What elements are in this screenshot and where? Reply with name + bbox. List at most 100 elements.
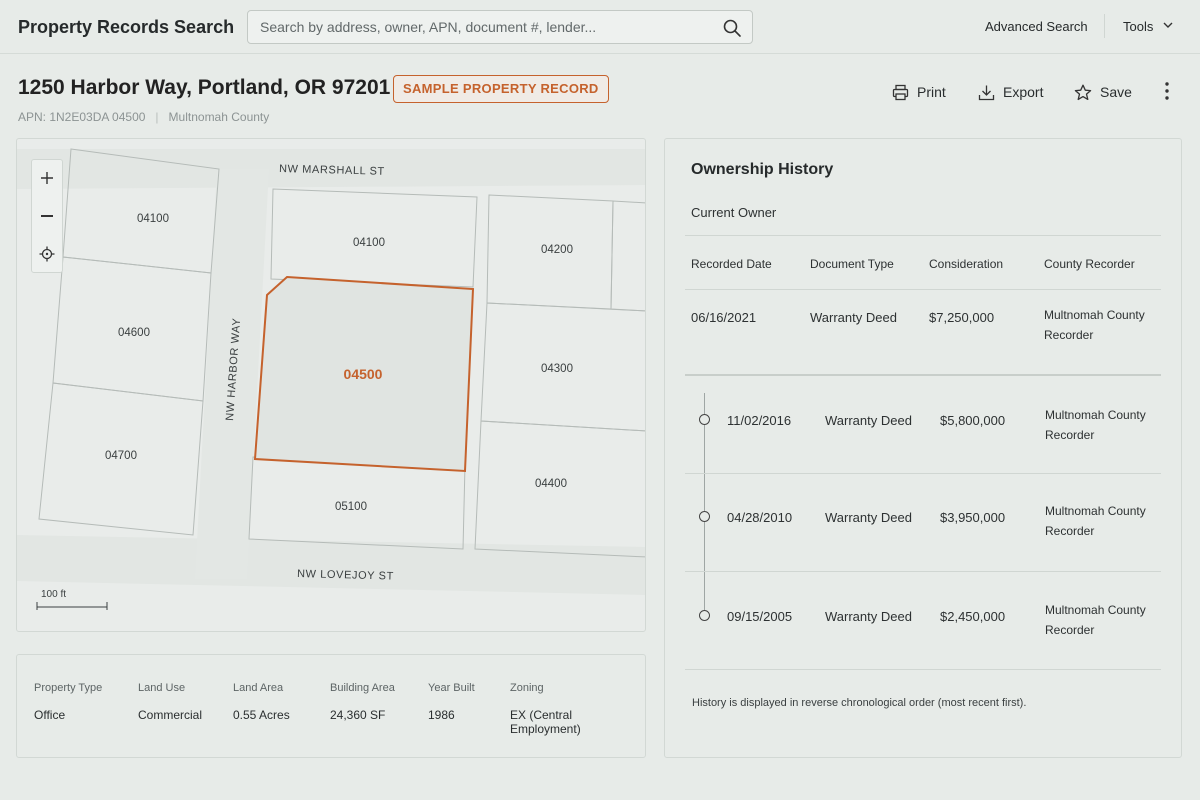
scale-bar — [36, 602, 108, 610]
detail-zoning: Zoning EX (Central Employment) — [510, 682, 645, 736]
row-date: 09/15/2005 — [727, 609, 793, 624]
recorder-line: Multnomah County — [1045, 408, 1146, 422]
col-header-date: Recorded Date — [691, 257, 772, 271]
parcel-label: 04700 — [105, 450, 137, 462]
export-button[interactable]: Export — [978, 82, 1043, 102]
zoom-out-button[interactable] — [32, 198, 62, 234]
timeline-dot — [699, 610, 710, 621]
recorder-line: Multnomah County — [1045, 603, 1146, 617]
detail-value: EX (Central Employment) — [510, 708, 581, 736]
detail-value: 24,360 SF — [330, 708, 386, 722]
recorder-line: Multnomah County — [1044, 308, 1145, 322]
row-doc-type: Warranty Deed — [825, 413, 912, 428]
detail-value: 0.55 Acres — [233, 708, 290, 722]
zoom-in-button[interactable] — [32, 160, 62, 196]
street-lovejoy — [17, 535, 645, 595]
more-options-icon[interactable] — [1160, 80, 1174, 102]
parcel-map-canvas[interactable]: NW MARSHALL ST NW LOVEJOY ST NW HARBOR W… — [17, 139, 646, 632]
row-consideration: $7,250,000 — [929, 310, 995, 325]
detail-label: Zoning — [510, 682, 544, 694]
detail-label: Building Area — [330, 682, 395, 694]
row-date: 04/28/2010 — [727, 510, 793, 525]
detail-label: Land Use — [138, 682, 186, 694]
parcel-label: 04100 — [137, 213, 169, 225]
search-icon[interactable] — [722, 18, 742, 38]
parcel-map[interactable]: NW MARSHALL ST NW LOVEJOY ST NW HARBOR W… — [16, 138, 646, 632]
detail-building-area: Building Area 24,360 SF — [330, 682, 395, 722]
save-label: Save — [1100, 84, 1132, 100]
chevron-down-icon[interactable] — [1162, 19, 1174, 31]
nav-divider — [1104, 14, 1105, 38]
recorder-line: Recorder — [1045, 524, 1095, 538]
divider — [685, 473, 1161, 474]
recorder-line: Recorder — [1045, 623, 1095, 637]
parcel-label: 05100 — [335, 501, 367, 513]
recorder-line: Recorder — [1044, 328, 1094, 342]
timeline-line — [704, 393, 705, 615]
sample-record-badge: SAMPLE PROPERTY RECORD — [393, 75, 609, 103]
col-header-consideration: Consideration — [929, 257, 1004, 271]
detail-value: 1986 — [428, 708, 455, 722]
row-recorder: Multnomah County Recorder — [1045, 405, 1165, 445]
record-subline: APN: 1N2E03DA 04500 | Multnomah County — [18, 110, 269, 124]
col-header-doc-type: Document Type — [810, 257, 894, 271]
divider — [685, 571, 1161, 572]
col-header-recorder: County Recorder — [1044, 257, 1135, 271]
tools-menu[interactable]: Tools — [1123, 19, 1153, 34]
crosshair-icon — [39, 246, 55, 262]
detail-land-use: Land Use Commercial — [138, 682, 202, 722]
row-date: 06/16/2021 — [691, 310, 757, 325]
scale-label: 100 ft — [41, 589, 66, 600]
timeline-dot — [699, 511, 710, 522]
parcel-label: 04400 — [535, 478, 567, 490]
recorder-line: Recorder — [1045, 428, 1095, 442]
detail-year-built: Year Built 1986 — [428, 682, 475, 722]
print-icon — [892, 84, 909, 100]
locate-button[interactable] — [32, 236, 62, 272]
download-icon — [978, 85, 995, 100]
detail-label: Year Built — [428, 682, 475, 694]
row-recorder: Multnomah County Recorder — [1045, 501, 1165, 541]
row-doc-type: Warranty Deed — [810, 310, 897, 325]
minus-icon — [41, 215, 53, 217]
plus-icon — [41, 172, 53, 184]
search-box[interactable] — [247, 10, 753, 44]
property-details: Property Type Office Land Use Commercial… — [16, 654, 646, 758]
print-label: Print — [917, 84, 946, 100]
search-input[interactable] — [260, 19, 700, 35]
divider — [685, 289, 1161, 290]
divider — [685, 669, 1161, 670]
parcel-label: 04300 — [541, 363, 573, 375]
detail-label: Land Area — [233, 682, 284, 694]
divider — [685, 374, 1161, 376]
row-consideration: $2,450,000 — [940, 609, 1006, 624]
timeline-dot — [699, 414, 710, 425]
section-title: Ownership History — [691, 161, 834, 178]
county-text: Multnomah County — [168, 110, 270, 124]
parcel-label-selected: 04500 — [344, 366, 383, 382]
top-bar: Property Records Search Advanced Search … — [0, 0, 1200, 54]
row-consideration: $3,950,000 — [940, 510, 1006, 525]
detail-value: Commercial — [138, 708, 203, 722]
row-recorder: Multnomah County Recorder — [1044, 305, 1164, 345]
print-button[interactable]: Print — [892, 82, 946, 102]
current-owner-label: Current Owner — [691, 205, 777, 220]
history-note: History is displayed in reverse chronolo… — [692, 697, 1027, 709]
parcel-04200-east[interactable] — [610, 200, 646, 312]
parcel-label: 04600 — [118, 327, 150, 339]
advanced-search-link[interactable]: Advanced Search — [985, 19, 1088, 34]
street-label-lovejoy: NW LOVEJOY ST — [297, 568, 394, 583]
app-title: Property Records Search — [18, 17, 235, 37]
detail-label: Property Type — [34, 682, 103, 694]
detail-value: Office — [34, 708, 66, 722]
page-title: 1250 Harbor Way, Portland, OR 97201 — [18, 76, 391, 99]
detail-property-type: Property Type Office — [34, 682, 102, 722]
map-controls — [31, 159, 63, 273]
star-icon — [1074, 84, 1092, 100]
row-doc-type: Warranty Deed — [825, 510, 912, 525]
row-consideration: $5,800,000 — [940, 413, 1006, 428]
ownership-history-panel: Ownership History Current Owner Recorded… — [664, 138, 1182, 758]
divider — [685, 235, 1161, 236]
recorder-line: Multnomah County — [1045, 504, 1146, 518]
save-button[interactable]: Save — [1074, 82, 1132, 102]
